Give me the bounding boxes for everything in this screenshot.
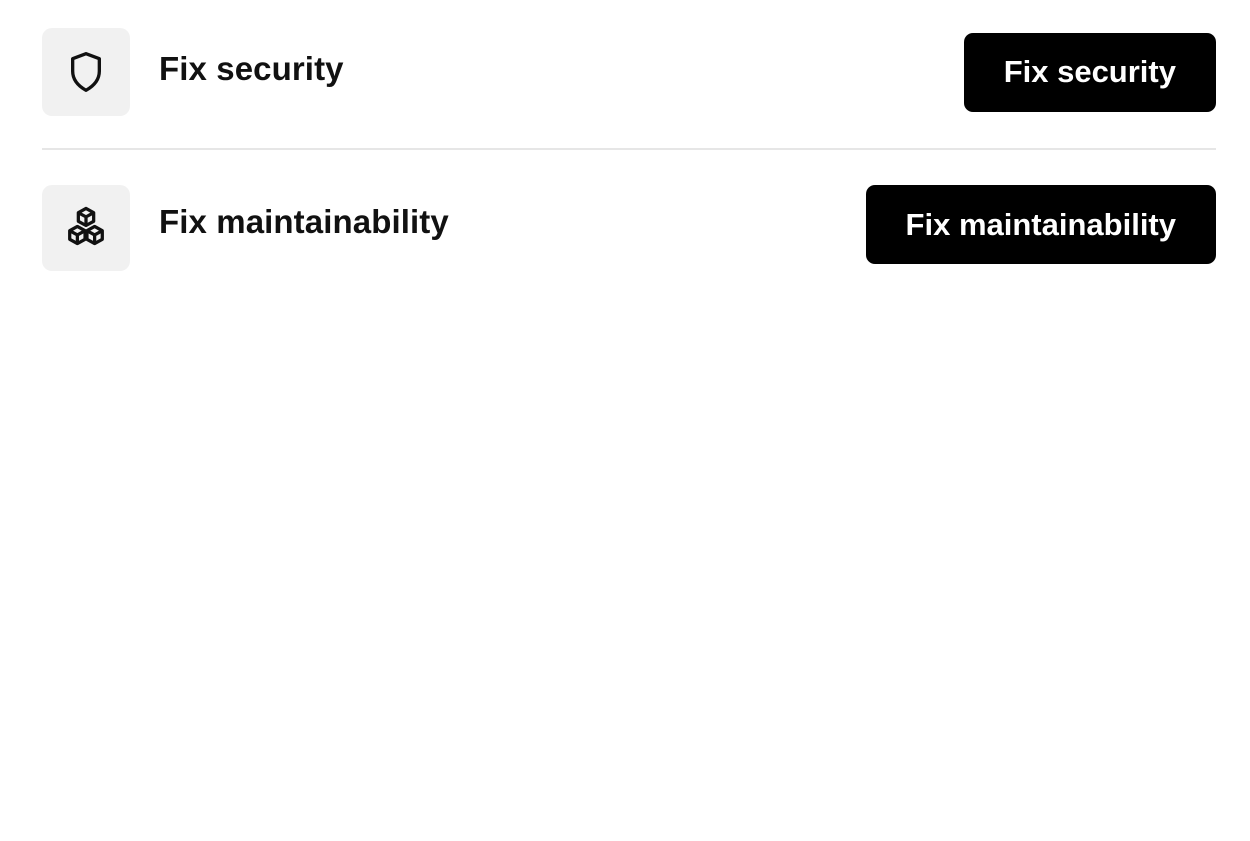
list-item-security: Fix security Fix security xyxy=(42,0,1216,148)
action-list: Fix security Fix security Fix maintainab xyxy=(42,0,1216,300)
icon-tile xyxy=(42,27,130,116)
fix-security-button[interactable]: Fix security xyxy=(963,32,1216,112)
item-title: Fix security xyxy=(159,50,344,87)
list-item-maintainability: Fix maintainability Fix maintainability xyxy=(42,150,1216,300)
cubes-icon xyxy=(63,205,109,251)
fix-maintainability-button[interactable]: Fix maintainability xyxy=(865,185,1216,264)
icon-tile xyxy=(42,185,130,271)
item-title: Fix maintainability xyxy=(159,203,449,240)
shield-icon xyxy=(66,50,106,94)
